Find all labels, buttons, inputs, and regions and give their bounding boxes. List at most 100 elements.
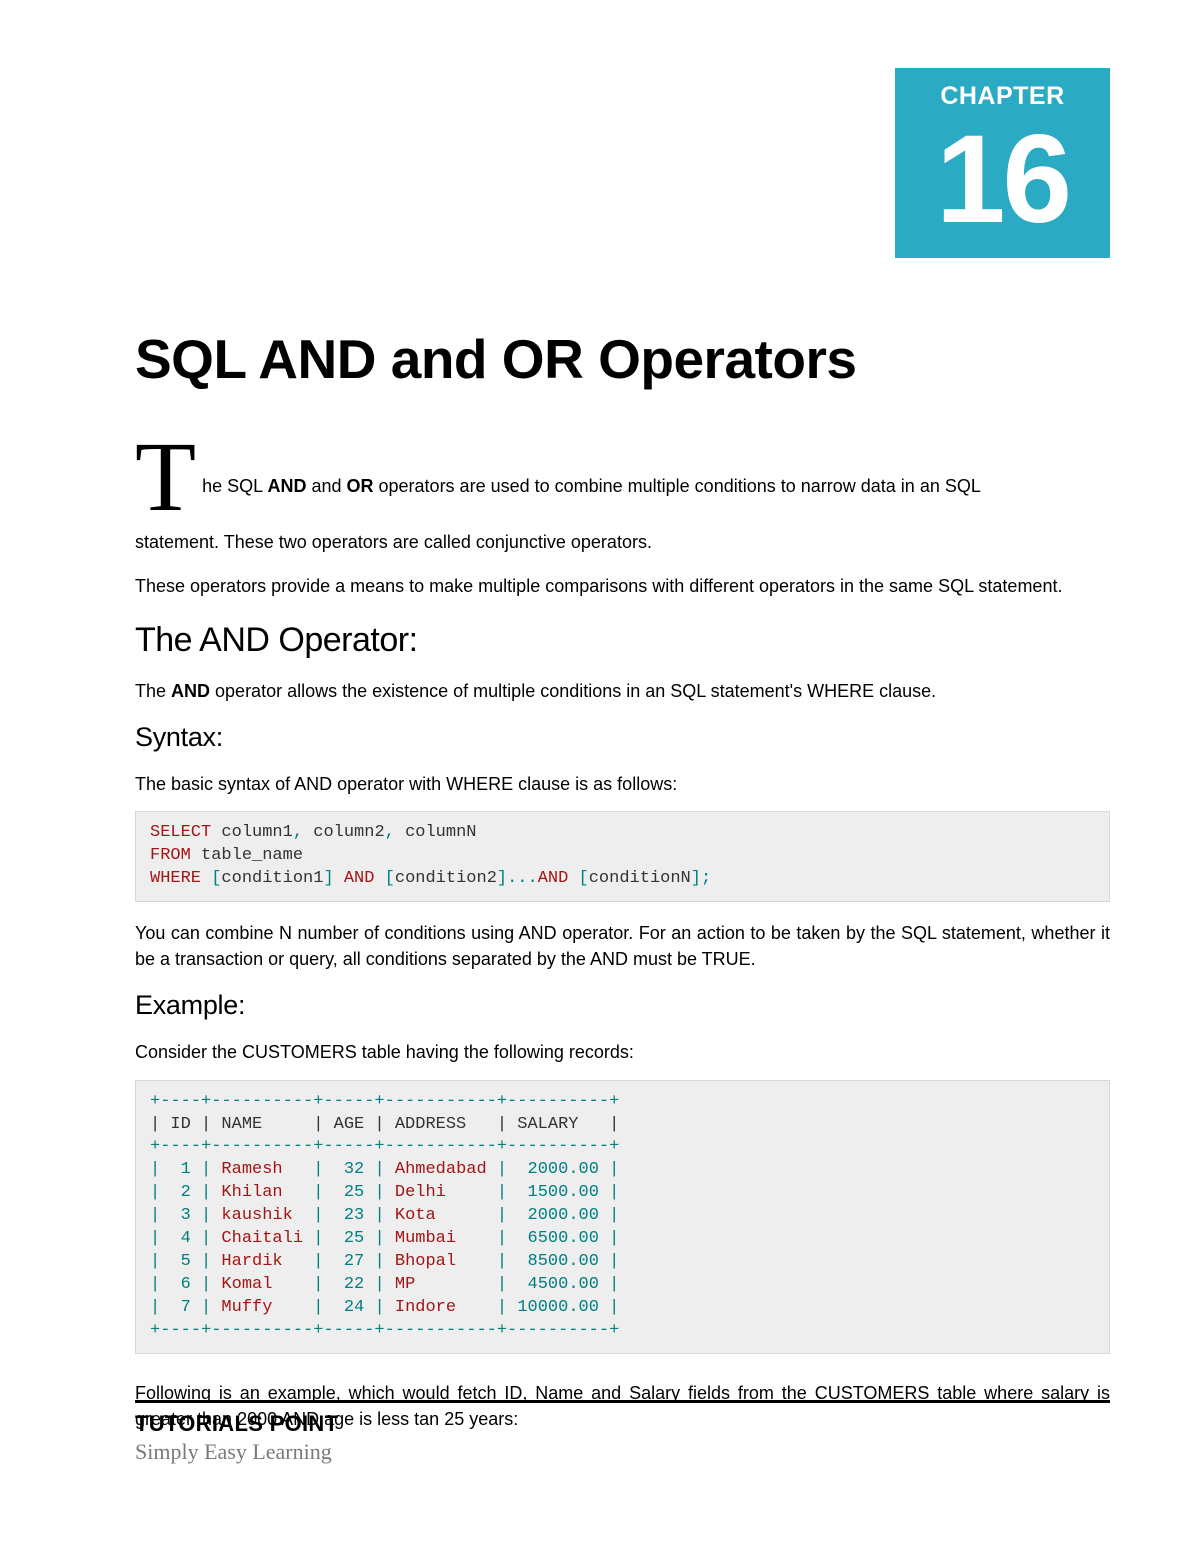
after-syntax: You can combine N number of conditions u… [135, 920, 1110, 972]
text: kaushik [221, 1206, 303, 1225]
text: | [303, 1229, 344, 1248]
footer-subtitle: Simply Easy Learning [135, 1439, 1110, 1465]
chapter-badge: CHAPTER 16 [895, 68, 1110, 258]
text: 23 [344, 1206, 364, 1225]
text: he SQL [202, 476, 267, 496]
text: +----+----------+-----+-----------+-----… [150, 1092, 619, 1111]
kw: FROM [150, 846, 191, 865]
text: | [303, 1206, 344, 1225]
text: condition2 [395, 869, 497, 888]
text: 22 [344, 1275, 364, 1294]
punct: ]... [497, 869, 538, 888]
bold-and: AND [171, 681, 210, 701]
text: MP [395, 1275, 487, 1294]
text: 25 [344, 1183, 364, 1202]
text: 2000.00 [528, 1160, 599, 1179]
text: operator allows the existence of multipl… [210, 681, 936, 701]
text: 8500.00 [528, 1252, 599, 1271]
punct: ] [323, 869, 333, 888]
text: | [303, 1183, 344, 1202]
example-heading: Example: [135, 990, 1110, 1021]
text: Ramesh [221, 1160, 303, 1179]
text: | [599, 1206, 619, 1225]
punct: [ [211, 869, 221, 888]
text: condition1 [221, 869, 323, 888]
text: | [599, 1275, 619, 1294]
text: columnN [395, 823, 487, 842]
text: 1 [181, 1160, 191, 1179]
kw: AND [538, 869, 579, 888]
text: Indore [395, 1298, 487, 1317]
text: | [487, 1183, 528, 1202]
text: Hardik [221, 1252, 303, 1271]
syntax-heading: Syntax: [135, 722, 1110, 753]
text: 5 [181, 1252, 191, 1271]
text: | [487, 1275, 528, 1294]
text: | [150, 1252, 181, 1271]
text: and [306, 476, 346, 496]
text: | [191, 1229, 222, 1248]
text: | [150, 1275, 181, 1294]
text: | [487, 1160, 528, 1179]
text: table_name [191, 846, 303, 865]
example-desc: Consider the CUSTOMERS table having the … [135, 1039, 1110, 1065]
text: | [150, 1298, 181, 1317]
text: | [599, 1183, 619, 1202]
text: | [150, 1229, 181, 1248]
text: | [191, 1160, 222, 1179]
and-desc: The AND operator allows the existence of… [135, 678, 1110, 704]
text: operators are used to combine multiple c… [374, 476, 981, 496]
kw: AND [334, 869, 385, 888]
text: | [364, 1275, 395, 1294]
text: | [364, 1252, 395, 1271]
footer-divider [135, 1400, 1110, 1403]
text: Mumbai [395, 1229, 487, 1248]
punct: , [293, 823, 303, 842]
punct: [ [385, 869, 395, 888]
text: conditionN [589, 869, 691, 888]
syntax-desc: The basic syntax of AND operator with WH… [135, 771, 1110, 797]
bold-and: AND [267, 476, 306, 496]
text: | [303, 1275, 344, 1294]
text: 27 [344, 1252, 364, 1271]
text: | [303, 1252, 344, 1271]
text: 1500.00 [528, 1183, 599, 1202]
dropcap: T [135, 439, 196, 514]
text: | [150, 1160, 181, 1179]
text: column1 [211, 823, 293, 842]
text: | [487, 1206, 528, 1225]
text: | [191, 1206, 222, 1225]
text: 25 [344, 1229, 364, 1248]
text: | [364, 1183, 395, 1202]
intro-line-2: statement. These two operators are calle… [135, 529, 1110, 555]
text: | [599, 1298, 619, 1317]
text: 6 [181, 1275, 191, 1294]
kw: WHERE [150, 869, 211, 888]
text: The [135, 681, 171, 701]
chapter-number: 16 [895, 117, 1110, 242]
text: | [599, 1160, 619, 1179]
text: Bhopal [395, 1252, 487, 1271]
text: | [599, 1229, 619, 1248]
syntax-code: SELECT column1, column2, columnN FROM ta… [135, 811, 1110, 902]
text: | ID | NAME | AGE | ADDRESS | SALARY | [150, 1115, 619, 1134]
text: | [303, 1298, 344, 1317]
text: Kota [395, 1206, 487, 1225]
text: 24 [344, 1298, 364, 1317]
chapter-label: CHAPTER [895, 82, 1110, 111]
text: 2000.00 [528, 1206, 599, 1225]
text: +----+----------+-----+-----------+-----… [150, 1321, 619, 1340]
text: | [191, 1252, 222, 1271]
text: Ahmedabad [395, 1160, 487, 1179]
text: 7 [181, 1298, 191, 1317]
punct: ]; [691, 869, 711, 888]
text: column2 [303, 823, 385, 842]
page-title: SQL AND and OR Operators [135, 327, 1110, 391]
text: | [364, 1206, 395, 1225]
footer-title: TUTORIALS POINT [135, 1411, 1110, 1437]
text: Delhi [395, 1183, 487, 1202]
text: | [487, 1298, 518, 1317]
text: | [599, 1252, 619, 1271]
text: | [303, 1160, 344, 1179]
text: 32 [344, 1160, 364, 1179]
